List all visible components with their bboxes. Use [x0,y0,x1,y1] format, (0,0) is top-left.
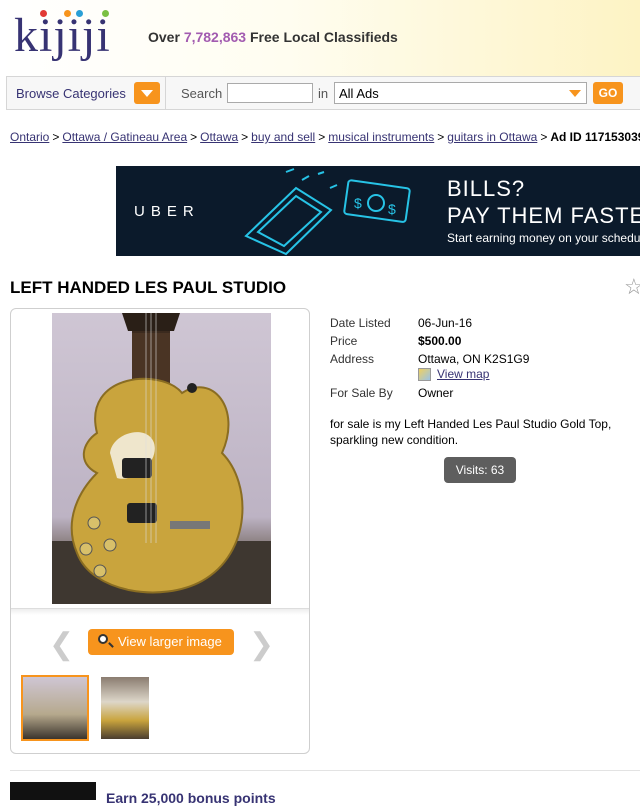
banner-subline: Start earning money on your schedule [447,231,640,245]
price-value: $500.00 [418,334,462,348]
address-label: Address [330,352,375,366]
go-button[interactable]: GO [593,82,623,104]
breadcrumb-link-ottawa[interactable]: Ottawa [200,130,238,144]
banner-headline-1: BILLS? [447,176,526,201]
logo-dot [102,10,109,17]
classifieds-count: 7,782,863 [183,29,247,45]
date-listed-label: Date Listed [330,316,391,330]
next-image-icon[interactable]: ❯ [249,627,274,662]
logo-dot [76,10,83,17]
car-and-money-illustration: $ $ [244,168,411,256]
dropdown-arrow-icon [569,90,581,97]
breadcrumb-current-ad-id: Ad ID 1171530395 [550,130,640,144]
breadcrumb-link-ontario[interactable]: Ontario [10,130,49,144]
logo-dot [40,10,47,17]
for-sale-by-label: For Sale By [330,386,393,400]
search-label: Search [181,86,223,101]
visits-badge: Visits: 63 [444,457,516,483]
view-map-link[interactable]: View map [437,367,489,381]
logo-dot [64,10,71,17]
banner-headline-2: PAY THEM FASTER [447,203,640,228]
dollar-icon: $ [388,201,396,217]
promo-image[interactable] [10,782,96,800]
site-tagline: Over 7,782,863 Free Local Classifieds [148,29,398,45]
category-select[interactable]: All Ads [334,82,587,104]
breadcrumb-link-buy-and-sell[interactable]: buy and sell [251,130,315,144]
category-select-value: All Ads [339,86,379,101]
banner-brand: UBER [134,203,200,220]
in-label: in [318,86,329,101]
breadcrumb-link-musical-instruments[interactable]: musical instruments [328,130,434,144]
photo-gallery: ❮ View larger image ❯ [10,308,310,754]
browse-categories-button[interactable]: Browse Categories [6,77,166,109]
ad-title: LEFT HANDED LES PAUL STUDIO [10,278,287,297]
promo-text[interactable]: Earn 25,000 bonus points [106,790,276,806]
magnifier-icon [98,634,108,644]
map-icon[interactable] [418,368,431,381]
for-sale-by-value: Owner [418,386,454,400]
star-outline-icon[interactable]: ☆ [624,274,640,300]
view-larger-image-button[interactable]: View larger image [88,629,234,655]
gallery-divider [11,608,309,615]
uber-ad-banner[interactable]: UBER $ $ BILLS? PAY THEM FASTER Start ea… [116,166,640,256]
ad-description: for sale is my Left Handed Les Paul Stud… [330,417,612,447]
thumbnail-1-selected[interactable] [21,675,89,741]
address-value: Ottawa, ON K2S1G9 [418,352,530,366]
price-label: Price [330,334,358,348]
breadcrumb-link-guitars[interactable]: guitars in Ottawa [447,130,537,144]
breadcrumb: Ontario > Ottawa / Gatineau Area > Ottawa > bu… [10,130,640,144]
chevron-down-icon[interactable] [134,82,160,104]
kijiji-logo[interactable]: kijiji [14,8,111,64]
dollar-icon: $ [354,195,362,211]
main-guitar-photo[interactable] [52,313,271,604]
site-header: kijiji Over 7,782,863 Free Local Classif… [0,0,640,76]
thumbnail-2[interactable] [101,677,149,739]
view-larger-image-label: View larger image [118,634,222,649]
section-divider [10,770,640,771]
breadcrumb-link-ottawa-gatineau[interactable]: Ottawa / Gatineau Area [62,130,187,144]
guitar-illustration [52,313,271,604]
browse-categories-label: Browse Categories [16,86,126,101]
previous-image-icon[interactable]: ❮ [49,627,74,662]
search-input[interactable] [227,83,313,103]
date-listed-value: 06-Jun-16 [418,316,473,330]
